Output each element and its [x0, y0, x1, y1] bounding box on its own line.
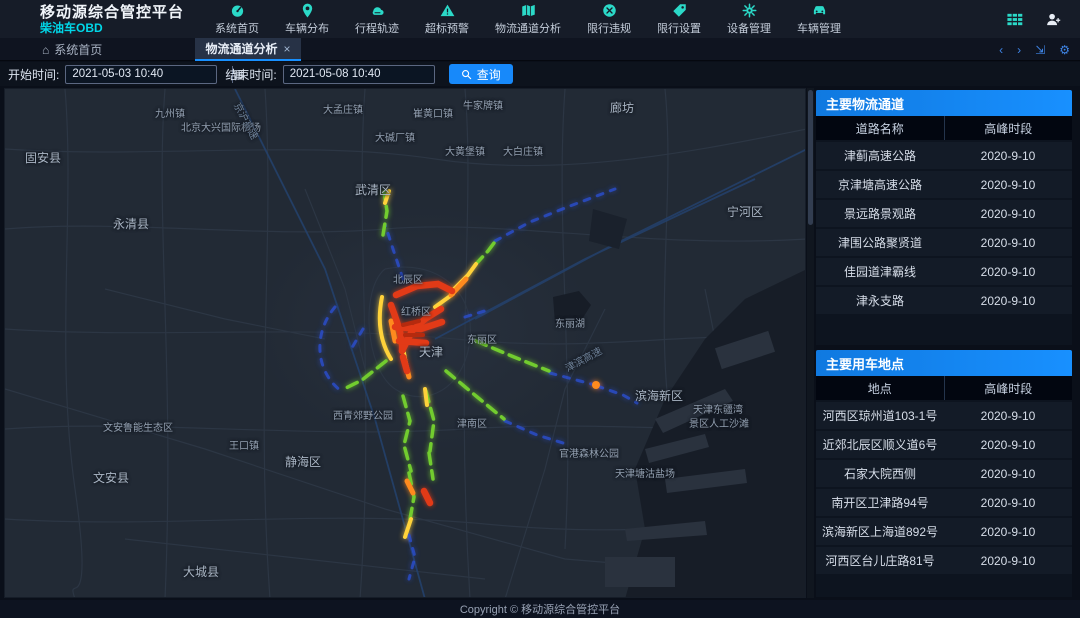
query-button[interactable]: 查询 — [449, 64, 513, 84]
road-name-cell: 佳园道津霸线 — [816, 258, 944, 285]
place-cell: 河西区台儿庄路81号 — [816, 547, 944, 574]
channels-table-row[interactable]: 京津塘高速公路 2020-9-10 — [816, 171, 1072, 198]
cloud-track-icon — [370, 3, 385, 18]
channels-table-row[interactable]: 佳园道津霸线 2020-9-10 — [816, 258, 1072, 285]
locations-col-place: 地点 — [816, 376, 945, 400]
user-add-icon[interactable] — [1045, 11, 1062, 28]
locations-col-peak-time: 高峰时段 — [945, 376, 1073, 400]
scrollbar-thumb[interactable] — [808, 90, 813, 225]
map-icon — [521, 3, 536, 18]
locations-table-header: 地点 高峰时段 — [816, 376, 1072, 400]
road-name-cell: 津永支路 — [816, 287, 944, 314]
channels-table-row[interactable]: 津永支路 2020-9-10 — [816, 287, 1072, 314]
header-actions — [1006, 11, 1062, 28]
peak-time-cell: 2020-9-10 — [944, 402, 1072, 429]
peak-time-cell: 2020-9-10 — [944, 200, 1072, 227]
end-time-field: ▦ — [283, 65, 435, 84]
place-cell: 滨海新区上海道892号 — [816, 518, 944, 545]
channels-table-header: 道路名称 高峰时段 — [816, 116, 1072, 140]
dashboard-icon — [230, 3, 245, 18]
home-icon: ⌂ — [42, 43, 49, 57]
locations-panel-title: 主要用车地点 — [816, 350, 1072, 376]
peak-time-cell: 2020-9-10 — [944, 489, 1072, 516]
tab-settings-gear-icon[interactable]: ⚙ — [1059, 44, 1070, 56]
app-title: 移动源综合管控平台 — [40, 4, 190, 21]
search-icon — [461, 69, 472, 80]
peak-time-cell: 2020-9-10 — [944, 287, 1072, 314]
footer: Copyright © 移动源综合管控平台 — [0, 600, 1080, 618]
main-nav: 系统首页 车辆分布 行程轨迹 超标预警 物流通道分析 限行违规 限行设置 设备 — [202, 0, 854, 38]
start-time-label: 开始时间: — [8, 66, 59, 83]
heatmap-map-canvas[interactable]: 廊坊北京大兴国际机场九州镇固安县永清县武清区大孟庄镇崔黄口镇牛家牌镇大碱厂镇大黄… — [4, 88, 806, 598]
grid-menu-icon[interactable] — [1006, 11, 1023, 28]
warning-icon — [440, 3, 455, 18]
fullscreen-icon[interactable]: ⇲ — [1035, 44, 1045, 56]
nav-item-restriction-settings[interactable]: 限行设置 — [644, 0, 714, 38]
peak-time-cell: 2020-9-10 — [944, 229, 1072, 256]
tab-next-icon[interactable]: › — [1017, 44, 1021, 56]
peak-time-cell: 2020-9-10 — [944, 171, 1072, 198]
locations-table-row[interactable]: 近郊北辰区顺义道6号 2020-9-10 — [816, 431, 1072, 458]
top-header: 移动源综合管控平台 柴油车OBD 系统首页 车辆分布 行程轨迹 超标预警 物流通… — [0, 0, 1080, 38]
channels-col-peak-time: 高峰时段 — [945, 116, 1073, 140]
peak-time-cell: 2020-9-10 — [944, 518, 1072, 545]
nav-item-overlimit-alert[interactable]: 超标预警 — [412, 0, 482, 38]
locations-table-row[interactable]: 石家大院西侧 2020-9-10 — [816, 460, 1072, 487]
vehicle-locations-panel: 主要用车地点 地点 高峰时段 河西区琼州道103-1号 2020-9-10 近郊… — [816, 350, 1072, 597]
start-time-input[interactable] — [66, 68, 232, 80]
locations-table-row[interactable]: 河西区台儿庄路81号 2020-9-10 — [816, 547, 1072, 574]
no-entry-icon — [602, 3, 617, 18]
brand: 移动源综合管控平台 柴油车OBD — [40, 4, 190, 35]
peak-time-cell: 2020-9-10 — [944, 547, 1072, 574]
nav-item-vehicle-management[interactable]: 车辆管理 — [784, 0, 854, 38]
tab-prev-icon[interactable]: ‹ — [999, 44, 1003, 56]
channels-table-row[interactable]: 津围公路聚贤道 2020-9-10 — [816, 229, 1072, 256]
start-time-field: ▦ — [65, 65, 217, 84]
peak-time-cell: 2020-9-10 — [944, 460, 1072, 487]
nav-item-trip-track[interactable]: 行程轨迹 — [342, 0, 412, 38]
nav-item-device-management[interactable]: 设备管理 — [714, 0, 784, 38]
locations-table-row[interactable]: 南开区卫津路94号 2020-9-10 — [816, 489, 1072, 516]
road-name-cell: 京津塘高速公路 — [816, 171, 944, 198]
place-cell: 石家大院西侧 — [816, 460, 944, 487]
locations-table-row[interactable]: 滨海新区上海道892号 2020-9-10 — [816, 518, 1072, 545]
app-subtitle: 柴油车OBD — [40, 21, 190, 35]
tab-home[interactable]: ⌂ 系统首页 — [42, 38, 102, 61]
nav-item-logistics-channel-analysis[interactable]: 物流通道分析 — [482, 0, 574, 38]
channels-col-road-name: 道路名称 — [816, 116, 945, 140]
nav-item-home[interactable]: 系统首页 — [202, 0, 272, 38]
end-time-label: 结束时间: — [225, 66, 276, 83]
road-name-cell: 津蓟高速公路 — [816, 142, 944, 169]
nav-item-restriction-violation[interactable]: 限行违规 — [574, 0, 644, 38]
place-cell: 南开区卫津路94号 — [816, 489, 944, 516]
road-name-cell: 津围公路聚贤道 — [816, 229, 944, 256]
tab-logistics-channel-analysis[interactable]: 物流通道分析 × — [195, 38, 301, 61]
copyright-text: Copyright © 移动源综合管控平台 — [460, 601, 620, 617]
end-time-input[interactable] — [284, 68, 450, 80]
gear-icon — [742, 3, 757, 18]
road-name-cell: 景远路景观路 — [816, 200, 944, 227]
car-icon — [812, 3, 827, 18]
locations-table-row[interactable]: 河西区琼州道103-1号 2020-9-10 — [816, 402, 1072, 429]
tab-bar: ⌂ 系统首页 物流通道分析 × ‹ › ⇲ ⚙ — [0, 38, 1080, 61]
channels-table-row[interactable]: 景远路景观路 2020-9-10 — [816, 200, 1072, 227]
place-cell: 近郊北辰区顺义道6号 — [816, 431, 944, 458]
tag-icon — [672, 3, 687, 18]
tab-home-label: 系统首页 — [54, 41, 102, 58]
tab-bar-tools: ‹ › ⇲ ⚙ — [999, 38, 1070, 61]
logistics-channels-panel: 主要物流通道 道路名称 高峰时段 津蓟高速公路 2020-9-10 京津塘高速公… — [816, 90, 1072, 345]
peak-time-cell: 2020-9-10 — [944, 258, 1072, 285]
tab-active-label: 物流通道分析 — [205, 40, 277, 57]
tab-close-icon[interactable]: × — [284, 42, 291, 56]
map-pin-icon — [300, 3, 315, 18]
peak-time-cell: 2020-9-10 — [944, 431, 1072, 458]
vertical-scrollbar[interactable] — [807, 88, 814, 598]
place-cell: 河西区琼州道103-1号 — [816, 402, 944, 429]
channels-table-row[interactable]: 津蓟高速公路 2020-9-10 — [816, 142, 1072, 169]
nav-item-vehicle-distribution[interactable]: 车辆分布 — [272, 0, 342, 38]
query-toolbar: 开始时间: ▦ 结束时间: ▦ 查询 — [0, 62, 1080, 86]
channels-panel-title: 主要物流通道 — [816, 90, 1072, 116]
peak-time-cell: 2020-9-10 — [944, 142, 1072, 169]
